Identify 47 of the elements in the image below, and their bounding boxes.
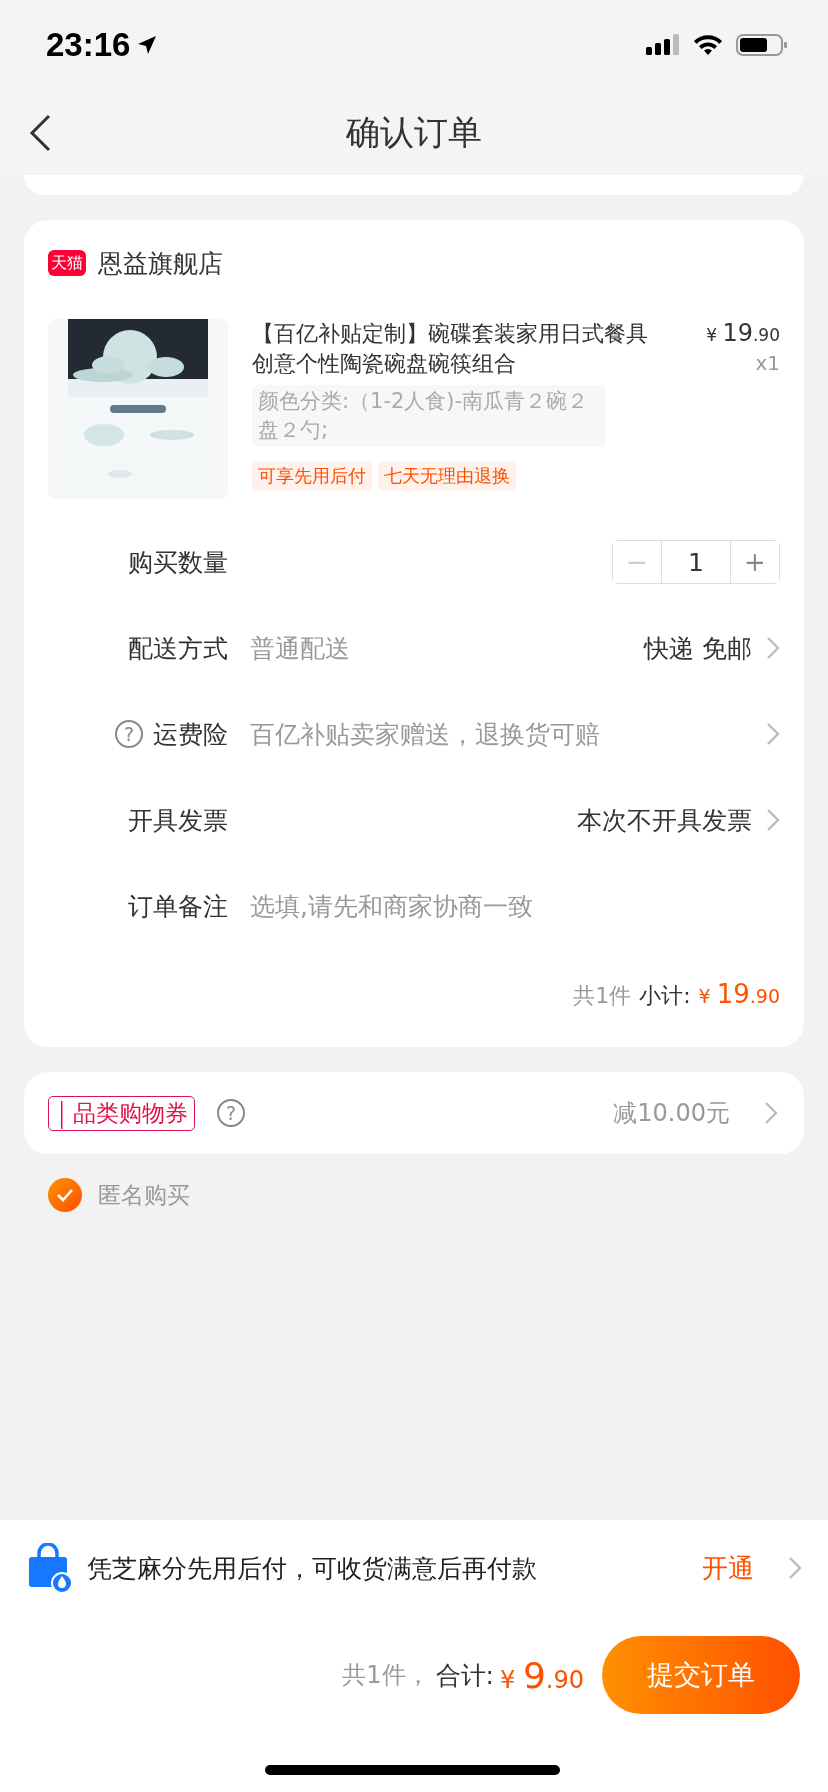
row-value[interactable]: 本次不开具发票 bbox=[577, 803, 752, 837]
row-label: 开具发票 bbox=[128, 804, 228, 837]
submit-order-button[interactable]: 提交订单 bbox=[602, 1636, 800, 1714]
chevron-right-icon bbox=[766, 636, 780, 660]
note-field[interactable]: 选填,请先和商家协商一致 bbox=[250, 891, 780, 921]
product-spec: 颜色分类:（1-2人食)-南瓜青２碗２盘２勺; bbox=[252, 385, 606, 447]
signal-icon bbox=[646, 33, 680, 57]
row-label: 订单备注 bbox=[128, 890, 228, 923]
coupon-tag: 品类购物券 bbox=[48, 1095, 195, 1131]
location-arrow-icon bbox=[136, 34, 159, 56]
insurance-hint: 百亿补贴卖家赠送，退换货可赔 bbox=[250, 718, 600, 751]
delivery-hint: 普通配送 bbox=[250, 632, 350, 665]
pay-later-text: 凭芝麻分先用后付，可收货满意后再付款 bbox=[87, 1552, 537, 1585]
battery-icon bbox=[736, 33, 788, 57]
row-value[interactable]: 快递 免邮 bbox=[644, 631, 752, 665]
product-quantity: x1 bbox=[755, 351, 780, 375]
service-tag: 七天无理由退换 bbox=[378, 461, 516, 491]
activate-link[interactable]: 开通 bbox=[702, 1550, 754, 1586]
coupon-value[interactable]: 减10.00元 bbox=[613, 1097, 730, 1129]
row-label: 运费险 bbox=[153, 718, 228, 751]
total-price: ¥ 9.90 bbox=[500, 1654, 584, 1696]
anonymous-checkbox[interactable] bbox=[48, 1178, 82, 1212]
anonymous-label: 匿名购买 bbox=[98, 1180, 190, 1210]
chevron-right-icon bbox=[766, 808, 780, 832]
item-count: 共1件， bbox=[342, 1660, 430, 1691]
product-title[interactable]: 【百亿补贴定制】碗碟套装家用日式餐具创意个性陶瓷碗盘碗筷组合 bbox=[252, 319, 656, 379]
wifi-icon bbox=[692, 33, 724, 57]
subtotal-label: 小计: bbox=[639, 982, 691, 1010]
product-price: ¥ 19.90 bbox=[706, 319, 780, 347]
shopping-bag-icon bbox=[27, 1543, 73, 1593]
row-label: 配送方式 bbox=[128, 632, 228, 665]
status-time: 23:16 bbox=[46, 26, 131, 64]
checkmark-icon bbox=[56, 1188, 74, 1202]
subtotal-price: ¥ 19.90 bbox=[698, 979, 780, 1009]
chevron-right-icon bbox=[764, 1101, 778, 1125]
total-label: 合计: bbox=[435, 1659, 494, 1692]
tmall-logo: 天猫 bbox=[48, 250, 86, 276]
shop-name[interactable]: 恩益旗舰店 bbox=[98, 246, 223, 280]
item-count: 共1件 bbox=[573, 982, 632, 1010]
service-tag: 可享先用后付 bbox=[252, 461, 372, 491]
help-icon[interactable]: ? bbox=[217, 1099, 245, 1127]
page-title: 确认订单 bbox=[346, 110, 482, 154]
help-icon[interactable]: ? bbox=[115, 720, 143, 748]
row-label: 购买数量 bbox=[128, 546, 228, 579]
chevron-right-icon bbox=[788, 1556, 802, 1580]
back-icon[interactable] bbox=[28, 114, 52, 152]
chevron-right-icon bbox=[766, 722, 780, 746]
